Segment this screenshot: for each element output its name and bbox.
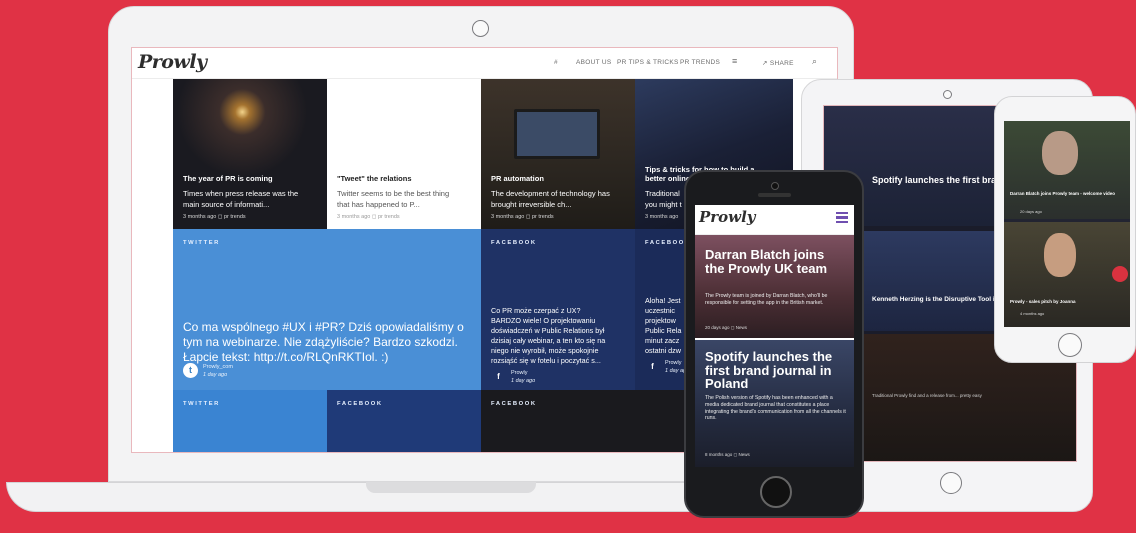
article-excerpt-line: The development of technology has (491, 189, 610, 198)
story-title[interactable]: Spotify launches the first brand journal… (705, 350, 846, 391)
post-author[interactable]: Prowly_com (203, 364, 233, 370)
article-meta: 3 months ago ◻ pr trends (491, 214, 554, 220)
story-title[interactable]: Darran Blatch joins the Prowly UK team (705, 248, 846, 275)
article-excerpt-line: Traditional (645, 189, 680, 198)
phone-header: Prowly (695, 205, 854, 235)
facebook-icon: f (497, 372, 500, 381)
article-excerpt-line: Twitter seems to be the best thing (337, 189, 450, 198)
source-label: TWITTER (183, 401, 220, 407)
post-text-line: projektow (645, 316, 676, 325)
post-text-line: Public Rela (645, 326, 682, 335)
video-title[interactable]: Prowly - sales pitch by Joanna (1010, 299, 1076, 305)
phone-speaker (758, 193, 791, 197)
post-text-line: dzisiaj cały webinar, a ten kto się na (491, 336, 606, 345)
post-text-line: minut zacz (645, 336, 680, 345)
post-text-line: doświadczeń w Public Relations był (491, 326, 605, 335)
article-card[interactable]: The year of PR is coming Times when pres… (173, 79, 327, 229)
menu-icon[interactable]: ≡ (732, 56, 738, 66)
video-meta: 4 months ago (1020, 311, 1045, 316)
top-navigation: Prowly # ABOUT US PR TIPS & TRICKS PR TR… (132, 48, 837, 79)
post-time: 1 day ago (511, 378, 536, 384)
tablet-home-button[interactable] (940, 472, 962, 494)
article-excerpt-line: you might t (645, 200, 682, 209)
story-meta: 8 months ago ◻ News (705, 452, 750, 457)
post-text-line: BARDZO wiele! O projektowaniu (491, 316, 596, 325)
phone-device: Prowly Darran Blatch joins the Prowly UK… (684, 170, 864, 518)
post-time: 1 day ago (203, 372, 228, 378)
article-title: The year of PR is coming (183, 174, 273, 183)
source-label: FACEBOOK (491, 401, 537, 407)
post-text-line: rozsiąść się w fotelu i poczytać s... (491, 356, 601, 365)
laptop-camera (472, 20, 489, 37)
post-author[interactable]: Prowly (665, 360, 682, 366)
article-title: PR automation (491, 174, 544, 183)
article-excerpt-line: main source of informati... (183, 200, 270, 209)
tablet-caption: Traditional Prowly find and a release fr… (872, 393, 982, 398)
twitter-icon: t (183, 363, 198, 378)
post-text-line: ostatni dzw (645, 346, 681, 355)
nav-pr-trends[interactable]: PR TRENDS (680, 59, 720, 66)
post-text-line: niego nie wyrobił, może spokojnie (491, 346, 599, 355)
laptop-notch (366, 482, 536, 493)
hash-link[interactable]: # (554, 59, 558, 66)
nav-pr-tips[interactable]: PR TIPS & TRICKS (617, 59, 679, 66)
person-image (1044, 233, 1076, 277)
facebook-icon: f (651, 362, 654, 371)
monitor-image (514, 109, 600, 159)
prowly-logo[interactable]: Prowly (699, 208, 756, 226)
story-excerpt: The Polish version of Spotify has been e… (705, 395, 846, 422)
tablet-camera (943, 90, 952, 99)
post-text-line: Aloha! Jest (645, 296, 681, 305)
prowly-logo[interactable]: Prowly (138, 51, 207, 73)
play-icon[interactable] (1112, 266, 1128, 282)
nav-about-us[interactable]: ABOUT US (576, 59, 612, 66)
small-phone-device: Darran Blatch joins Prowly team - welcom… (994, 96, 1136, 363)
twitter-post-card[interactable]: TWITTER Co ma wspólnego #UX i #PR? Dziś … (173, 229, 481, 390)
source-label: FACEBOOK (491, 240, 537, 246)
small-phone-home-button[interactable] (1058, 333, 1082, 357)
article-excerpt-line: Times when press release was the (183, 189, 299, 198)
search-icon[interactable]: ⌕ (812, 56, 817, 67)
article-card[interactable]: PR automation The development of technol… (481, 79, 635, 229)
article-card[interactable]: "Tweet" the relations Twitter seems to b… (327, 79, 481, 229)
story-excerpt: The Prowly team is joined by Darran Blat… (705, 293, 828, 306)
post-text-line: uczestnic (645, 306, 675, 315)
small-phone-screen: Darran Blatch joins Prowly team - welcom… (1004, 121, 1130, 327)
article-title-line: better online (645, 174, 691, 183)
source-label: TWITTER (183, 240, 220, 246)
video-title[interactable]: Darran Blatch joins Prowly team - welcom… (1010, 191, 1115, 197)
share-button[interactable]: ↗ SHARE (762, 59, 794, 67)
hamburger-menu-icon[interactable] (836, 212, 848, 223)
article-meta: 3 months ago ◻ pr trends (337, 214, 400, 220)
person-image (1042, 131, 1078, 175)
source-label: FACEBOOK (337, 401, 383, 407)
post-text-line: Co PR może czerpać z UX? (491, 306, 581, 315)
tweet-text-line: Co ma wspólnego #UX i #PR? Dziś opowiada… (183, 320, 464, 334)
article-meta: 3 months ago ◻ pr trends (183, 214, 246, 220)
story-meta: 20 days ago ◻ News (705, 325, 748, 330)
phone-camera (771, 182, 779, 190)
article-excerpt-line: brought irreversible ch... (491, 200, 572, 209)
article-title: "Tweet" the relations (337, 174, 412, 183)
phone-screen: Prowly Darran Blatch joins the Prowly UK… (695, 205, 854, 467)
tweet-text-line: tym na webinarze. Nie zdążyliście? Bardz… (183, 335, 458, 349)
facebook-post-card[interactable]: FACEBOOK (327, 390, 481, 452)
phone-home-button[interactable] (760, 476, 792, 508)
twitter-post-card[interactable]: TWITTER (173, 390, 327, 452)
article-meta: 3 months ago (645, 214, 679, 220)
post-author[interactable]: Prowly (511, 370, 528, 376)
facebook-post-card[interactable]: FACEBOOK Co PR może czerpać z UX? BARDZO… (481, 229, 635, 390)
video-meta: 20 days ago (1020, 209, 1042, 214)
article-excerpt-line: that has happened to P... (337, 200, 420, 209)
